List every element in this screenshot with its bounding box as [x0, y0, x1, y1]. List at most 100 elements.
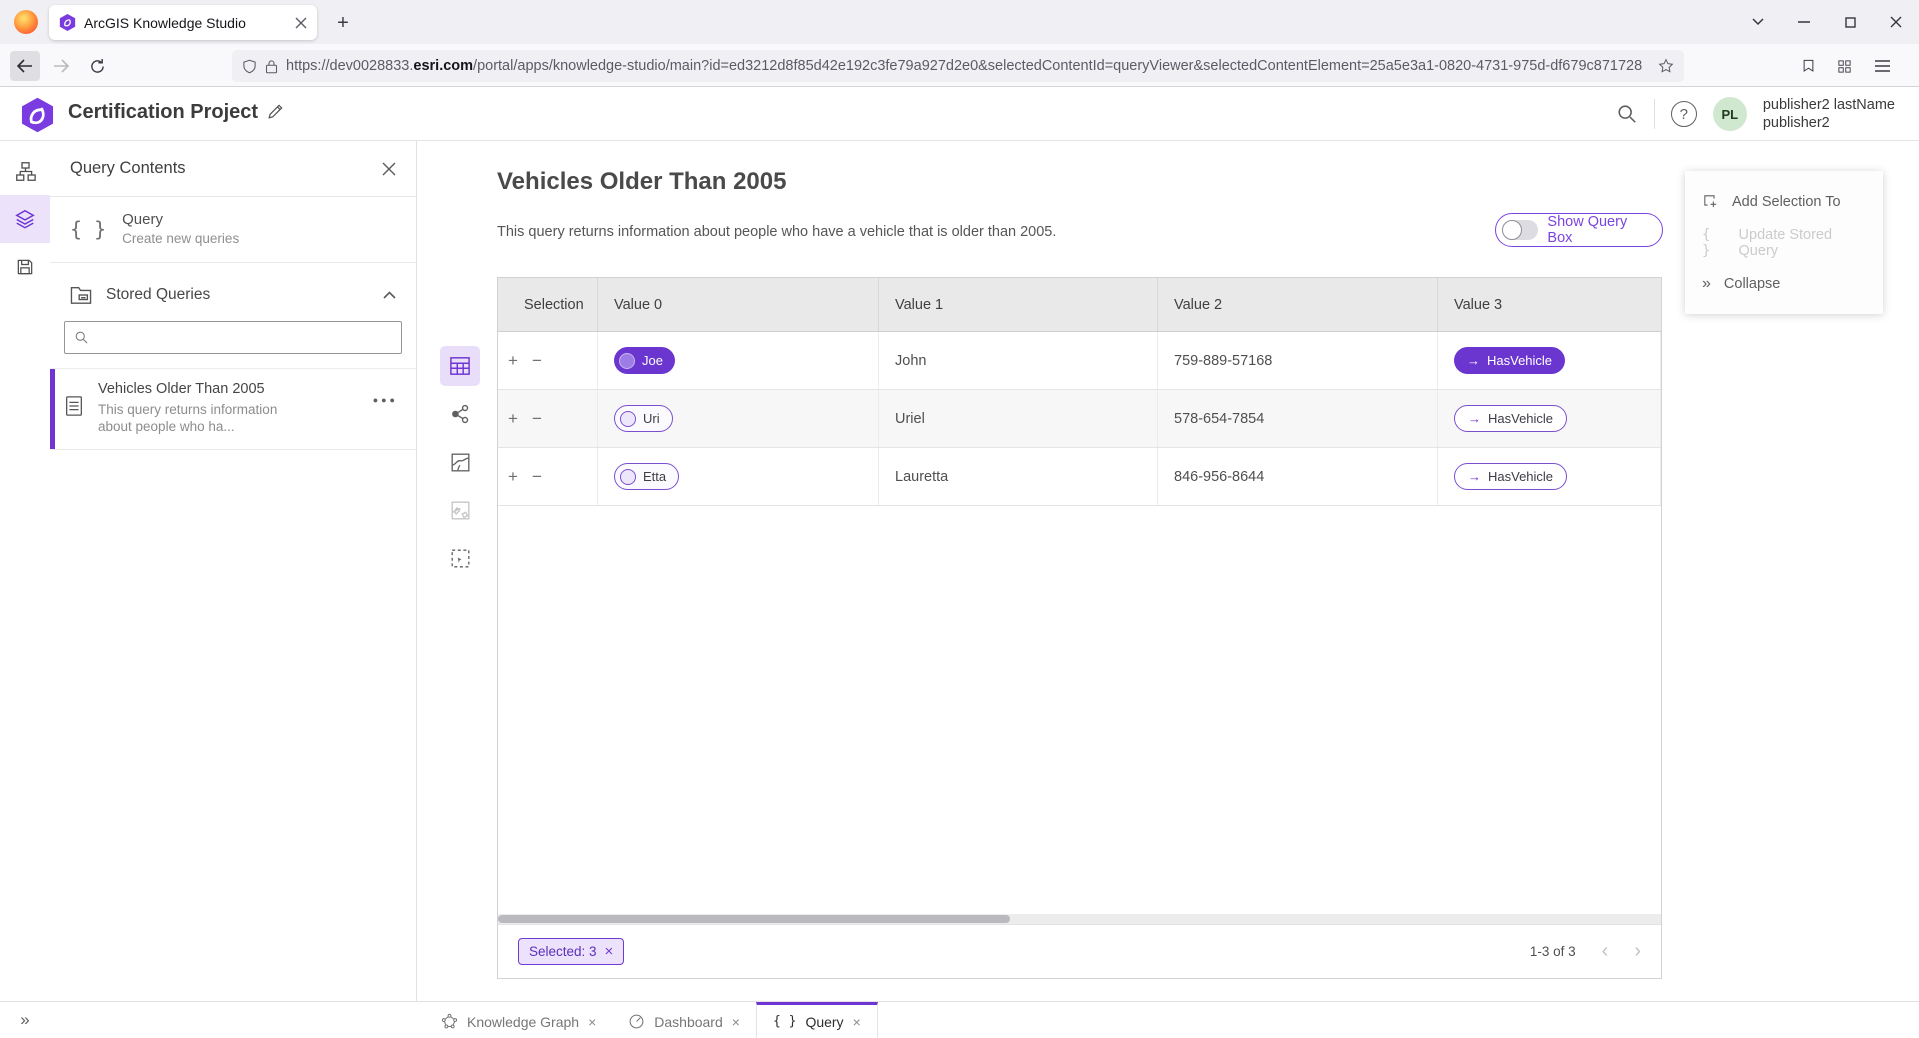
show-query-box-toggle[interactable]: Show Query Box [1495, 213, 1663, 247]
minimize-button[interactable] [1781, 0, 1827, 44]
query-create-item[interactable]: { } Query Create new queries [50, 197, 416, 263]
column-header-value3[interactable]: Value 3 [1438, 278, 1661, 331]
search-icon [74, 330, 89, 345]
extensions-icon[interactable] [1829, 51, 1859, 81]
close-window-button[interactable] [1873, 0, 1919, 44]
table-row: + − Joe John 759-889-57168 → HasVehicle [498, 332, 1661, 390]
braces-icon: { } [773, 1014, 796, 1029]
help-icon[interactable]: ? [1671, 101, 1697, 127]
rail-item-saved[interactable] [0, 243, 50, 291]
menu-item-collapse[interactable]: » Collapse [1685, 263, 1883, 304]
remove-selection-minus-button[interactable]: − [532, 467, 542, 487]
map-view-button[interactable] [440, 442, 480, 482]
rail-item-contents[interactable] [0, 195, 50, 243]
link-chart-button[interactable] [440, 394, 480, 434]
url-bar[interactable]: https://dev0028833.esri.com/portal/apps/… [232, 50, 1684, 82]
next-page-icon[interactable]: › [1634, 940, 1641, 963]
table-icon [449, 356, 471, 376]
entity-label: Uri [643, 411, 660, 426]
browser-tab[interactable]: ArcGIS Knowledge Studio [49, 5, 317, 40]
cell-value2[interactable]: 578-654-7854 [1158, 390, 1438, 447]
cell-value2[interactable]: 846-956-8644 [1158, 448, 1438, 505]
add-to-map-button[interactable] [440, 490, 480, 530]
column-header-value2[interactable]: Value 2 [1158, 278, 1438, 331]
user-role: publisher2 [1763, 114, 1895, 132]
tab-close-icon[interactable]: × [732, 1014, 740, 1030]
cell-value1[interactable]: John [879, 332, 1158, 389]
menu-item-update-stored-query[interactable]: { } Update Stored Query [1685, 222, 1883, 263]
stored-queries-searchbox[interactable] [64, 321, 402, 354]
panel-close-icon[interactable] [382, 162, 396, 176]
cell-value1[interactable]: Lauretta [879, 448, 1158, 505]
selection-tool-button[interactable] [440, 538, 480, 578]
map-icon [450, 452, 471, 473]
stored-queries-header[interactable]: Stored Queries [50, 263, 416, 317]
stored-query-item[interactable]: Vehicles Older Than 2005 This query retu… [50, 368, 416, 450]
expand-panel-icon[interactable]: » [0, 1002, 50, 1038]
forward-button[interactable] [46, 51, 76, 81]
remove-selection-minus-button[interactable]: − [532, 409, 542, 429]
user-avatar[interactable]: PL [1713, 97, 1747, 131]
tab-close-icon[interactable] [295, 17, 307, 29]
back-button[interactable] [10, 51, 40, 81]
user-name-block[interactable]: publisher2 lastName publisher2 [1763, 96, 1895, 132]
column-header-value0[interactable]: Value 0 [598, 278, 879, 331]
relationship-pill[interactable]: → HasVehicle [1454, 347, 1565, 374]
query-contents-panel: Query Contents { } Query Create new quer… [50, 141, 417, 1001]
column-header-selection[interactable]: Selection [498, 278, 598, 331]
chip-close-icon[interactable]: × [605, 943, 614, 960]
firefox-logo-icon[interactable] [14, 10, 38, 34]
arrow-right-icon: → [1467, 353, 1480, 368]
toggle-switch[interactable] [1502, 220, 1538, 240]
lock-icon[interactable] [265, 59, 278, 74]
remove-selection-minus-button[interactable]: − [532, 351, 542, 371]
add-selection-plus-button[interactable]: + [508, 409, 518, 429]
add-selection-icon [1702, 193, 1719, 210]
chevron-up-icon[interactable] [383, 291, 396, 299]
scrollbar-thumb[interactable] [498, 915, 1010, 923]
column-header-value1[interactable]: Value 1 [879, 278, 1158, 331]
tab-query[interactable]: { } Query × [756, 1002, 878, 1038]
table-view-button[interactable] [440, 346, 480, 386]
cell-value1[interactable]: Uriel [879, 390, 1158, 447]
entity-pill[interactable]: Uri [614, 405, 673, 432]
menu-item-add-selection-to[interactable]: Add Selection To [1685, 181, 1883, 222]
horizontal-scrollbar[interactable] [498, 914, 1661, 924]
tab-close-icon[interactable]: × [588, 1014, 596, 1030]
results-table-card: Selection Value 0 Value 1 Value 2 Value … [497, 277, 1662, 979]
maximize-button[interactable] [1827, 0, 1873, 44]
relationship-pill[interactable]: → HasVehicle [1454, 405, 1567, 432]
header-search-icon[interactable] [1616, 103, 1638, 125]
relationship-pill[interactable]: → HasVehicle [1454, 463, 1567, 490]
edit-title-pencil-icon[interactable] [266, 102, 285, 121]
tab-dashboard[interactable]: Dashboard × [612, 1002, 756, 1038]
tracking-shield-icon[interactable] [242, 58, 257, 75]
list-tabs-button[interactable] [1735, 0, 1781, 44]
add-selection-plus-button[interactable]: + [508, 467, 518, 487]
tab-close-icon[interactable]: × [853, 1014, 861, 1030]
stored-queries-search-input[interactable] [97, 330, 392, 346]
result-title: Vehicles Older Than 2005 [497, 168, 786, 196]
cell-value2[interactable]: 759-889-57168 [1158, 332, 1438, 389]
reload-button[interactable] [82, 51, 112, 81]
selected-count-chip[interactable]: Selected: 3 × [518, 938, 624, 965]
menu-button[interactable] [1867, 51, 1897, 81]
stored-query-description: This query returns information about peo… [98, 401, 303, 435]
table-header-row: Selection Value 0 Value 1 Value 2 Value … [498, 278, 1661, 332]
panel-title: Query Contents [70, 159, 382, 178]
pocket-icon[interactable] [1793, 51, 1823, 81]
bookmark-star-icon[interactable] [1658, 58, 1674, 74]
tab-knowledge-graph[interactable]: Knowledge Graph × [425, 1002, 612, 1038]
left-rail [0, 141, 50, 1001]
selected-count-label: Selected: 3 [529, 944, 597, 959]
rail-item-data-model[interactable] [0, 147, 50, 195]
add-selection-plus-button[interactable]: + [508, 351, 518, 371]
new-tab-button[interactable]: + [330, 10, 356, 36]
entity-pill[interactable]: Etta [614, 463, 679, 490]
entity-pill[interactable]: Joe [614, 347, 675, 374]
relationship-label: HasVehicle [1488, 411, 1553, 426]
item-options-icon[interactable]: ●●● [373, 395, 398, 405]
previous-page-icon[interactable]: ‹ [1602, 940, 1609, 963]
collapse-icon: » [1702, 275, 1711, 293]
toggle-label: Show Query Box [1547, 214, 1649, 246]
